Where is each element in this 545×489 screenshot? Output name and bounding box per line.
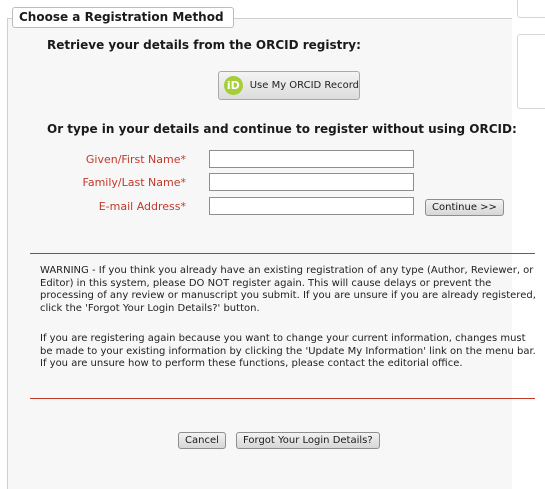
divider-top bbox=[30, 253, 535, 254]
update-info-text: If you are registering again because you… bbox=[40, 333, 536, 370]
orcid-heading: Retrieve your details from the ORCID reg… bbox=[47, 38, 361, 52]
warning-text: WARNING - If you think you already have … bbox=[40, 265, 536, 314]
use-orcid-record-button[interactable]: iD Use My ORCID Record bbox=[218, 71, 360, 100]
given-name-label: Given/First Name* bbox=[85, 153, 186, 166]
orcid-id-icon: iD bbox=[224, 76, 243, 95]
orcid-button-label: Use My ORCID Record bbox=[249, 80, 359, 91]
manual-entry-heading: Or type in your details and continue to … bbox=[47, 122, 517, 136]
continue-button[interactable]: Continue >> bbox=[425, 199, 504, 216]
section-legend: Choose a Registration Method bbox=[12, 7, 234, 28]
cancel-button[interactable]: Cancel bbox=[178, 432, 226, 449]
side-card-middle bbox=[517, 34, 545, 109]
forgot-login-details-button[interactable]: Forgot Your Login Details? bbox=[236, 432, 380, 449]
side-card-top bbox=[517, 0, 545, 18]
family-name-field[interactable] bbox=[209, 173, 414, 191]
family-name-label: Family/Last Name* bbox=[82, 176, 186, 189]
divider-bottom bbox=[30, 398, 535, 399]
email-label: E-mail Address* bbox=[98, 200, 186, 213]
email-field[interactable] bbox=[209, 197, 414, 215]
given-name-field[interactable] bbox=[209, 150, 414, 168]
